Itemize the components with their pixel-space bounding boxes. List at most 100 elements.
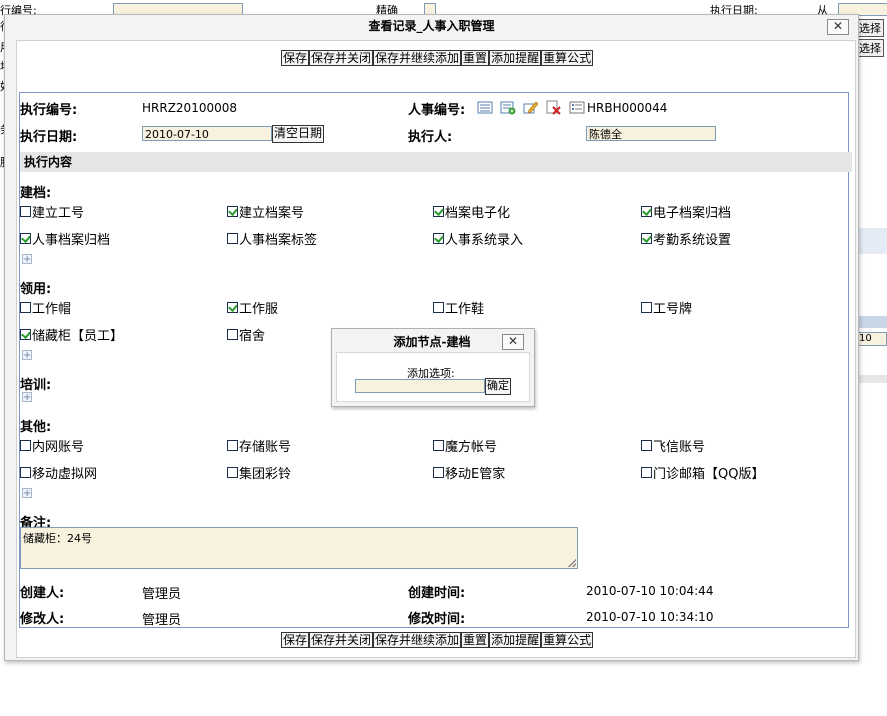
- delete-icon[interactable]: [546, 100, 562, 115]
- checkbox-item[interactable]: 移动虚拟网: [20, 464, 98, 482]
- checkbox-label: 魔方帐号: [445, 439, 498, 455]
- bg-footer-strip: [857, 375, 887, 383]
- checkbox-label: 飞信账号: [653, 439, 706, 455]
- add-option-input[interactable]: [355, 379, 485, 393]
- confirm-button[interactable]: 确定: [485, 378, 511, 395]
- list-view-icon[interactable]: [477, 100, 493, 115]
- checkbox-item[interactable]: 工作帽: [20, 299, 72, 317]
- checkbox-item[interactable]: 人事系统录入: [433, 230, 523, 248]
- checkbox-item[interactable]: 考勤系统设置: [641, 230, 732, 248]
- save-continue-button[interactable]: 保存并继续添加: [373, 632, 462, 648]
- add-record-icon[interactable]: [500, 100, 516, 115]
- executor-input[interactable]: 陈德全: [586, 126, 716, 141]
- save-close-button[interactable]: 保存并关闭: [309, 50, 374, 66]
- checkbox-item[interactable]: 工号牌: [641, 299, 692, 317]
- checkbox-label: 建立工号: [32, 205, 85, 221]
- checkbox[interactable]: [20, 328, 31, 340]
- checkbox-label: 工作帽: [32, 301, 72, 317]
- checkbox[interactable]: [227, 232, 238, 244]
- save-button[interactable]: 保存: [281, 632, 310, 648]
- reset-button[interactable]: 重置: [461, 50, 490, 66]
- add-option-icon[interactable]: +: [22, 350, 32, 361]
- checkbox[interactable]: [227, 439, 238, 451]
- checkbox-item[interactable]: 工作服: [227, 299, 279, 317]
- group-title-archive: 建档:: [20, 186, 52, 201]
- checkbox-item[interactable]: 建立工号: [20, 203, 85, 221]
- bg-select-button-2[interactable]: 选择: [856, 39, 884, 57]
- checkbox[interactable]: [641, 439, 652, 451]
- exec-no-label: 执行编号:: [20, 103, 78, 118]
- checkbox[interactable]: [20, 439, 31, 451]
- dialog-close-button[interactable]: ✕: [827, 19, 849, 35]
- checkbox-item[interactable]: 人事档案归档: [20, 230, 110, 248]
- checkbox-label: 移动虚拟网: [32, 466, 98, 482]
- checkbox-label: 建立档案号: [239, 205, 305, 221]
- modifier-value: 管理员: [142, 613, 182, 628]
- remark-textarea[interactable]: 储藏柜：24号: [20, 527, 578, 569]
- hr-no-value: HRBH000044: [587, 101, 668, 115]
- checkbox-item[interactable]: 飞信账号: [641, 437, 706, 455]
- checkbox-label: 移动E管家: [445, 466, 506, 482]
- checkbox-label: 存储账号: [239, 439, 292, 455]
- checkbox[interactable]: [227, 466, 238, 478]
- recalc-formula-button[interactable]: 重算公式: [541, 632, 594, 648]
- checkbox[interactable]: [433, 232, 444, 244]
- checkbox[interactable]: [227, 328, 238, 340]
- checkbox-item[interactable]: 电子档案归档: [641, 203, 731, 221]
- reset-button[interactable]: 重置: [461, 632, 490, 648]
- checkbox[interactable]: [641, 205, 652, 217]
- checkbox-item[interactable]: 魔方帐号: [433, 437, 498, 455]
- bg-select-button-1[interactable]: 选择: [856, 19, 884, 37]
- checkbox-item[interactable]: 存储账号: [227, 437, 292, 455]
- exec-date-input[interactable]: 2010-07-10: [142, 126, 272, 141]
- checkbox-item[interactable]: 移动E管家: [433, 464, 506, 482]
- popup-close-button[interactable]: ✕: [502, 334, 524, 350]
- bg-page-size-input[interactable]: 10: [858, 332, 887, 346]
- resize-grip-icon[interactable]: [568, 559, 576, 567]
- save-continue-button[interactable]: 保存并继续添加: [373, 50, 462, 66]
- checkbox-label: 宿舍: [239, 328, 266, 344]
- checkbox-label: 内网账号: [32, 439, 85, 455]
- create-time-value: 2010-07-10 10:04:44: [586, 584, 714, 598]
- checkbox[interactable]: [433, 205, 444, 217]
- checkbox-item[interactable]: 档案电子化: [433, 203, 510, 221]
- checkbox[interactable]: [20, 466, 31, 478]
- checkbox-label: 考勤系统设置: [653, 232, 732, 248]
- checkbox-item[interactable]: 储藏柜【员工】: [20, 326, 123, 344]
- add-reminder-button[interactable]: 添加提醒: [489, 50, 542, 66]
- checkbox-item[interactable]: 工作鞋: [433, 299, 484, 317]
- save-button[interactable]: 保存: [281, 50, 310, 66]
- add-option-icon[interactable]: +: [22, 254, 32, 265]
- recalc-formula-button[interactable]: 重算公式: [541, 50, 594, 66]
- save-close-button[interactable]: 保存并关闭: [309, 632, 374, 648]
- checkbox[interactable]: [227, 301, 238, 313]
- checkbox[interactable]: [641, 301, 652, 313]
- add-option-icon[interactable]: +: [22, 488, 32, 499]
- add-option-icon[interactable]: +: [22, 392, 32, 403]
- edit-icon[interactable]: [523, 100, 539, 115]
- checkbox[interactable]: [227, 205, 238, 217]
- checkbox-item[interactable]: 宿舍: [227, 326, 266, 344]
- exec-no-value: HRRZ20100008: [142, 101, 237, 115]
- detail-list-icon[interactable]: [569, 100, 585, 115]
- checkbox-item[interactable]: 内网账号: [20, 437, 85, 455]
- checkbox[interactable]: [433, 466, 444, 478]
- checkbox-item[interactable]: 建立档案号: [227, 203, 305, 221]
- bg-row-highlight: [857, 228, 887, 254]
- clear-date-button[interactable]: 清空日期: [272, 125, 325, 143]
- checkbox-item[interactable]: 人事档案标签: [227, 230, 317, 248]
- add-reminder-button[interactable]: 添加提醒: [489, 632, 542, 648]
- checkbox-item[interactable]: 门诊邮箱【QQ版】: [641, 464, 764, 482]
- checkbox-label: 工作服: [239, 301, 279, 317]
- checkbox[interactable]: [20, 301, 31, 313]
- checkbox[interactable]: [20, 232, 31, 244]
- section-execution-content: 执行内容: [20, 152, 852, 172]
- group-title-supplies: 领用:: [20, 282, 52, 297]
- checkbox[interactable]: [20, 205, 31, 217]
- checkbox[interactable]: [433, 439, 444, 451]
- checkbox-item[interactable]: 集团彩铃: [227, 464, 291, 482]
- checkbox[interactable]: [641, 466, 652, 478]
- checkbox[interactable]: [641, 232, 652, 244]
- checkbox[interactable]: [433, 301, 444, 313]
- modify-time-value: 2010-07-10 10:34:10: [586, 610, 714, 624]
